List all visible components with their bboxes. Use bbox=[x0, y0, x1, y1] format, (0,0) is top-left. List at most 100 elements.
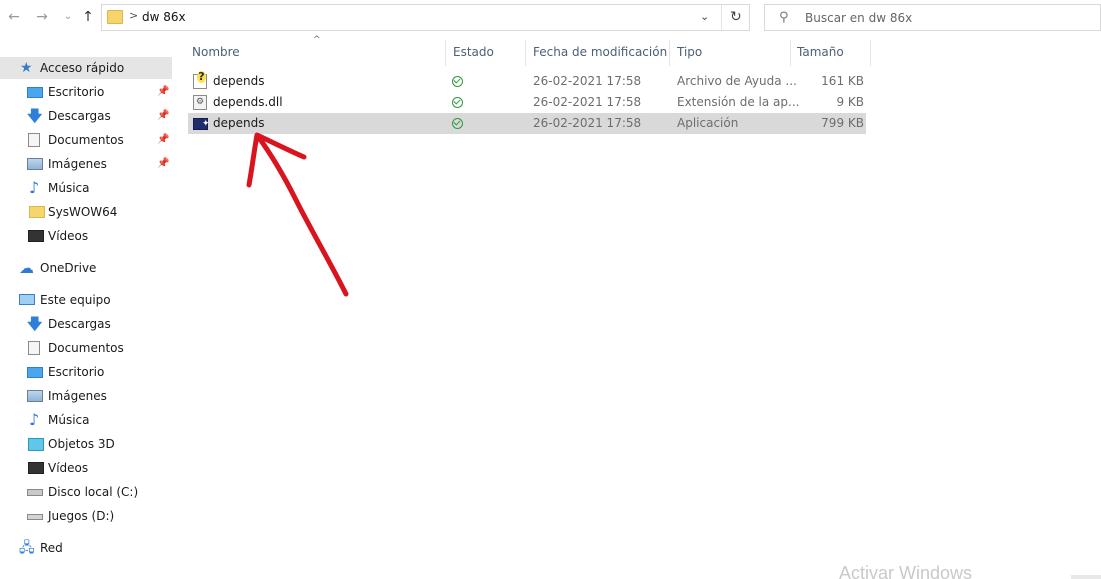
sync-status-icon bbox=[452, 118, 463, 129]
column-header-date[interactable]: Fecha de modificación bbox=[533, 45, 667, 59]
cube-icon bbox=[28, 438, 44, 451]
drive-icon bbox=[27, 514, 43, 520]
title-toolbar: ← → ⌄ ↑ > dw 86x ⌄ ↻ ⚲ Buscar en dw 86x bbox=[0, 0, 1101, 36]
search-input[interactable]: ⚲ Buscar en dw 86x bbox=[764, 4, 1101, 31]
breadcrumb-separator: > bbox=[129, 9, 139, 22]
folder-icon bbox=[107, 10, 123, 24]
sidebar-item-quick-access[interactable]: ★ Acceso rápido bbox=[0, 57, 172, 79]
navigation-pane: ★ Acceso rápido Escritorio 📌 🡇 Descargas… bbox=[0, 44, 178, 579]
sidebar-item-musica[interactable]: ♪ Música bbox=[0, 177, 172, 199]
sidebar-item-pc-escritorio[interactable]: Escritorio bbox=[0, 361, 172, 383]
refresh-icon[interactable]: ↻ bbox=[730, 9, 742, 25]
sidebar-item-label: Disco local (C:) bbox=[48, 485, 139, 499]
sidebar-item-label: Vídeos bbox=[48, 461, 89, 475]
desktop-icon bbox=[27, 87, 43, 98]
sidebar-item-label: Red bbox=[40, 541, 63, 555]
file-row[interactable]: ? depends 26-02-2021 17:58 Archivo de Ay… bbox=[188, 71, 866, 92]
column-header-size[interactable]: Tamaño bbox=[797, 45, 844, 59]
sidebar-item-syswow64[interactable]: SysWOW64 bbox=[0, 201, 172, 223]
download-icon: 🡇 bbox=[27, 107, 43, 125]
sidebar-item-videos[interactable]: Vídeos bbox=[0, 225, 172, 247]
document-icon bbox=[28, 133, 40, 147]
file-type: Archivo de Ayuda ... bbox=[677, 74, 797, 88]
sidebar-item-este-equipo[interactable]: Este equipo bbox=[0, 289, 172, 311]
file-size: 9 KB bbox=[836, 95, 864, 109]
sidebar-item-label: Descargas bbox=[48, 317, 111, 331]
picture-icon bbox=[27, 158, 43, 170]
sidebar-item-pc-videos[interactable]: Vídeos bbox=[0, 457, 172, 479]
sidebar-item-label: Música bbox=[48, 413, 90, 427]
column-header-type[interactable]: Tipo bbox=[677, 45, 702, 59]
picture-icon bbox=[27, 390, 43, 402]
file-row-selected[interactable]: ✦ depends 26-02-2021 17:58 Aplicación 79… bbox=[188, 113, 866, 134]
pin-icon[interactable]: 📌 bbox=[157, 153, 169, 175]
dll-file-icon: ⚙ bbox=[193, 95, 207, 110]
forward-button[interactable]: → bbox=[34, 8, 50, 26]
column-header-name[interactable]: Nombre bbox=[192, 45, 240, 59]
video-icon bbox=[28, 462, 44, 474]
sidebar-item-label: Escritorio bbox=[48, 365, 105, 379]
search-placeholder: Buscar en dw 86x bbox=[805, 11, 913, 25]
sort-ascending-icon: ^ bbox=[313, 35, 321, 45]
file-type: Aplicación bbox=[677, 116, 739, 130]
sidebar-item-pc-musica[interactable]: ♪ Música bbox=[0, 409, 172, 431]
sidebar-item-pc-imagenes[interactable]: Imágenes bbox=[0, 385, 172, 407]
column-divider[interactable] bbox=[669, 40, 670, 66]
sidebar-item-pc-juegos-d[interactable]: Juegos (D:) bbox=[0, 505, 172, 527]
pin-icon[interactable]: 📌 bbox=[157, 105, 169, 127]
download-icon: 🡇 bbox=[27, 315, 43, 333]
chevron-down-icon[interactable]: ⌄ bbox=[700, 10, 709, 23]
breadcrumb-current[interactable]: dw 86x bbox=[142, 10, 186, 24]
disk-icon bbox=[27, 489, 43, 496]
video-icon bbox=[28, 230, 44, 242]
sidebar-item-label: Este equipo bbox=[40, 293, 111, 307]
corner-artifact bbox=[1071, 575, 1101, 579]
file-name: depends.dll bbox=[213, 95, 283, 109]
file-row[interactable]: ⚙ depends.dll 26-02-2021 17:58 Extensión… bbox=[188, 92, 866, 113]
file-size: 161 KB bbox=[821, 74, 864, 88]
activation-watermark: Activar Windows bbox=[839, 563, 973, 579]
document-icon bbox=[28, 341, 40, 355]
sidebar-item-label: Documentos bbox=[48, 133, 124, 147]
sidebar-item-label: Descargas bbox=[48, 109, 111, 123]
file-date: 26-02-2021 17:58 bbox=[533, 74, 642, 88]
up-button[interactable]: ↑ bbox=[80, 8, 96, 26]
column-divider[interactable] bbox=[790, 40, 791, 66]
help-file-icon: ? bbox=[193, 71, 207, 89]
recent-locations-button[interactable]: ⌄ bbox=[60, 8, 76, 26]
address-bar[interactable]: > dw 86x ⌄ ↻ bbox=[101, 4, 750, 31]
sidebar-item-pc-descargas[interactable]: 🡇 Descargas bbox=[0, 313, 172, 335]
sidebar-item-pc-objetos-3d[interactable]: Objetos 3D bbox=[0, 433, 172, 455]
sidebar-item-pc-disco-c[interactable]: Disco local (C:) bbox=[0, 481, 172, 503]
column-divider[interactable] bbox=[525, 40, 526, 66]
music-icon: ♪ bbox=[29, 410, 40, 429]
sync-status-icon bbox=[452, 97, 463, 108]
computer-icon bbox=[19, 294, 35, 305]
column-divider[interactable] bbox=[445, 40, 446, 66]
sidebar-item-label: Escritorio bbox=[48, 85, 105, 99]
sidebar-item-descargas[interactable]: 🡇 Descargas 📌 bbox=[0, 105, 172, 127]
sidebar-item-label: Imágenes bbox=[48, 157, 107, 171]
sidebar-item-escritorio[interactable]: Escritorio 📌 bbox=[0, 81, 172, 103]
column-header-row: ^ Nombre Estado Fecha de modificación Ti… bbox=[186, 35, 876, 66]
arrow-up-icon: ↑ bbox=[82, 9, 94, 25]
sidebar-item-onedrive[interactable]: ☁ OneDrive bbox=[0, 257, 172, 279]
file-type: Extensión de la ap... bbox=[677, 95, 800, 109]
column-header-status[interactable]: Estado bbox=[453, 45, 494, 59]
sidebar-item-label: OneDrive bbox=[40, 261, 97, 275]
sidebar-item-label: Vídeos bbox=[48, 229, 89, 243]
application-icon: ✦ bbox=[193, 118, 210, 130]
pin-icon[interactable]: 📌 bbox=[157, 81, 169, 103]
pin-icon[interactable]: 📌 bbox=[157, 129, 169, 151]
sidebar-item-red[interactable]: 🖧 Red bbox=[0, 537, 172, 559]
star-icon: ★ bbox=[20, 60, 33, 76]
sidebar-item-documentos[interactable]: Documentos 📌 bbox=[0, 129, 172, 151]
file-name: depends bbox=[213, 116, 265, 130]
column-divider[interactable] bbox=[870, 40, 871, 66]
sidebar-item-imagenes[interactable]: Imágenes 📌 bbox=[0, 153, 172, 175]
chevron-down-icon: ⌄ bbox=[63, 11, 73, 22]
arrow-left-icon: ← bbox=[8, 9, 20, 25]
back-button[interactable]: ← bbox=[6, 8, 22, 26]
sync-status-icon bbox=[452, 76, 463, 87]
sidebar-item-pc-documentos[interactable]: Documentos bbox=[0, 337, 172, 359]
